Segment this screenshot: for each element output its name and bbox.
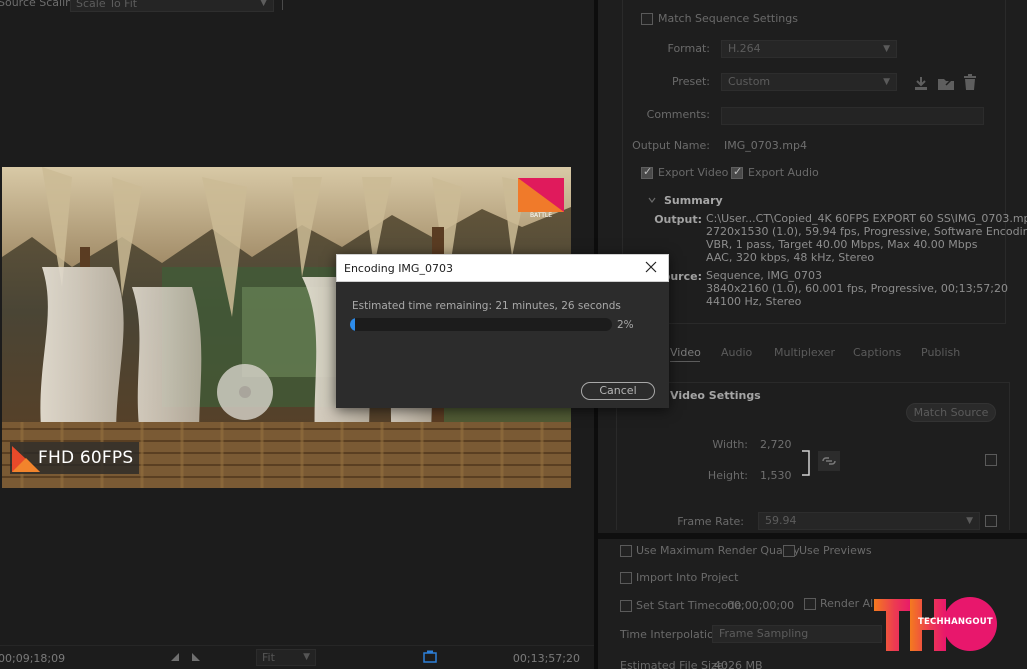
- width-label: Width:: [712, 438, 748, 451]
- tab-audio[interactable]: Audio: [721, 346, 752, 359]
- preset-value: Custom: [728, 75, 771, 88]
- summary-output-line: 2720x1530 (1.0), 59.94 fps, Progressive,…: [706, 225, 1027, 238]
- estimated-file-size-label: Estimated File Size:: [620, 659, 728, 669]
- render-alpha-checkbox[interactable]: [804, 598, 816, 610]
- frame-rate-value: 59.94: [765, 514, 797, 527]
- format-label: Format:: [667, 42, 710, 55]
- comments-label: Comments:: [646, 108, 710, 121]
- use-previews-label: Use Previews: [799, 544, 872, 557]
- zoom-value: Fit: [262, 651, 275, 664]
- output-name-label: Output Name:: [632, 139, 710, 152]
- fhd-badge-text: FHD 60FPS: [38, 448, 134, 468]
- height-label: Height:: [707, 469, 748, 482]
- tab-publish[interactable]: Publish: [921, 346, 960, 359]
- fhd-badge: FHD 60FPS: [10, 442, 140, 474]
- collapse-icon[interactable]: [648, 196, 656, 204]
- dialog-titlebar[interactable]: Encoding IMG_0703: [336, 254, 669, 282]
- summary-source-line: Sequence, IMG_0703: [706, 269, 823, 282]
- export-video-checkbox[interactable]: [641, 165, 653, 179]
- export-video-label: Export Video: [658, 166, 729, 179]
- start-timecode-value[interactable]: 00;00;00;00: [727, 599, 794, 612]
- export-frame-icon[interactable]: [422, 650, 438, 664]
- import-preset-icon[interactable]: [937, 75, 955, 91]
- mark-in-icon[interactable]: [170, 652, 180, 662]
- cancel-button[interactable]: Cancel: [581, 382, 655, 400]
- tab-video[interactable]: Video: [670, 346, 701, 359]
- use-max-quality-label: Use Maximum Render Quality: [636, 544, 800, 557]
- progress-percent: 2%: [617, 319, 634, 331]
- set-start-timecode-label: Set Start Timecode: [636, 599, 742, 612]
- frame-rate-select[interactable]: 59.94 ▼: [758, 512, 980, 530]
- import-into-project-label: Import Into Project: [636, 571, 739, 584]
- chevron-down-icon: ▼: [260, 0, 267, 8]
- preset-label: Preset:: [671, 75, 710, 88]
- mark-out-icon[interactable]: [191, 652, 201, 662]
- estimated-file-size-value: 4026 MB: [714, 659, 763, 669]
- match-sequence-checkbox[interactable]: [641, 13, 653, 25]
- video-settings-title: Video Settings: [670, 389, 761, 402]
- tab-multiplexer[interactable]: Multiplexer: [774, 346, 835, 359]
- channel-logo: [518, 178, 564, 212]
- playback-bar: 00;09;18;09 Fit ▼ 00;13;57;20: [0, 645, 594, 669]
- summary-output-key: Output:: [654, 213, 702, 226]
- save-preset-icon[interactable]: [913, 75, 929, 91]
- progress-bar: [350, 318, 612, 331]
- summary-output-line: C:\User...CT\Copied_4K 60FPS EXPORT 60 S…: [706, 212, 1027, 225]
- time-interpolation-label: Time Interpolation:: [620, 628, 725, 641]
- divider: [282, 0, 283, 10]
- summary-source-line: 44100 Hz, Stereo: [706, 295, 802, 308]
- comments-input[interactable]: [721, 107, 984, 125]
- export-audio-checkbox[interactable]: [731, 165, 743, 179]
- width-value[interactable]: 2,720: [760, 438, 792, 451]
- duration-timecode: 00;13;57;20: [512, 652, 580, 665]
- summary-output-line: VBR, 1 pass, Target 40.00 Mbps, Max 40.0…: [706, 238, 978, 251]
- height-value[interactable]: 1,530: [760, 469, 792, 482]
- summary-source-line: 3840x2160 (1.0), 60.001 fps, Progressive…: [706, 282, 1009, 295]
- tab-captions[interactable]: Captions: [853, 346, 901, 359]
- import-into-project-checkbox[interactable]: [620, 572, 632, 584]
- summary-title: Summary: [664, 194, 723, 207]
- encoding-dialog: Encoding IMG_0703 Estimated time remaini…: [336, 254, 669, 408]
- source-scaling-bar: Source Scaling: Scale To Fit ▼: [0, 0, 594, 14]
- format-value: H.264: [728, 42, 761, 55]
- set-start-timecode-checkbox[interactable]: [620, 600, 632, 612]
- dialog-title: Encoding IMG_0703: [344, 262, 453, 275]
- source-scaling-select[interactable]: Scale To Fit ▼: [70, 0, 274, 12]
- estimated-time-text: Estimated time remaining: 21 minutes, 26…: [352, 300, 621, 312]
- link-bracket: [802, 450, 810, 476]
- time-interpolation-select[interactable]: Frame Sampling: [712, 625, 882, 643]
- frame-rate-label: Frame Rate:: [677, 515, 744, 528]
- zoom-select[interactable]: Fit ▼: [256, 649, 316, 666]
- progress-fill: [350, 318, 356, 331]
- chevron-down-icon: ▼: [883, 44, 890, 54]
- active-tab-indicator: [670, 361, 700, 362]
- chevron-down-icon: ▼: [966, 516, 973, 526]
- preset-select[interactable]: Custom ▼: [721, 73, 897, 91]
- close-icon[interactable]: [644, 260, 658, 274]
- chevron-down-icon: ▼: [883, 77, 890, 87]
- width-checkbox[interactable]: [985, 454, 997, 466]
- frame-rate-checkbox[interactable]: [985, 515, 997, 527]
- chevron-down-icon: ▼: [303, 652, 310, 662]
- section-divider: [598, 533, 1027, 539]
- constrain-proportions-icon[interactable]: [818, 451, 840, 471]
- time-interpolation-value: Frame Sampling: [719, 627, 809, 640]
- delete-preset-icon[interactable]: [963, 74, 977, 91]
- use-max-quality-checkbox[interactable]: [620, 545, 632, 557]
- format-select[interactable]: H.264 ▼: [721, 40, 897, 58]
- summary-output-line: AAC, 320 kbps, 48 kHz, Stereo: [706, 251, 875, 264]
- source-scaling-value: Scale To Fit: [76, 0, 138, 10]
- match-sequence-label: Match Sequence Settings: [658, 12, 798, 25]
- channel-logo-text: BATTLE: [529, 212, 553, 219]
- watermark-text: TECHHANGOUT: [918, 617, 993, 627]
- output-name-link[interactable]: IMG_0703.mp4: [724, 139, 807, 152]
- use-previews-checkbox[interactable]: [783, 545, 795, 557]
- export-audio-label: Export Audio: [748, 166, 819, 179]
- match-source-button[interactable]: Match Source: [906, 403, 996, 422]
- current-timecode[interactable]: 00;09;18;09: [0, 652, 65, 665]
